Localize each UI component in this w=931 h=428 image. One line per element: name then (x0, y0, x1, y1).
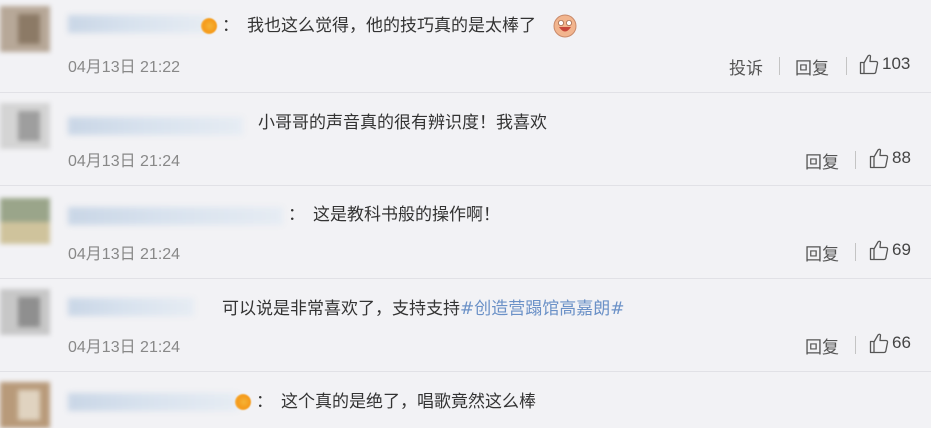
divider (855, 243, 856, 261)
divider (855, 336, 856, 354)
report-button[interactable]: 投诉 (729, 54, 763, 79)
avatar[interactable] (0, 6, 50, 52)
thumbs-up-icon (869, 240, 889, 261)
vip-badge-icon (235, 394, 251, 410)
username[interactable] (68, 393, 238, 411)
username[interactable] (68, 298, 194, 316)
like-button[interactable]: 69 (869, 239, 911, 261)
username[interactable] (68, 207, 283, 225)
reply-button[interactable]: 回复 (805, 333, 839, 358)
divider (855, 151, 856, 169)
comment-item: ：这是教科书般的操作啊！ 04月13日 21:24 回复 69 (0, 186, 931, 278)
avatar[interactable] (0, 198, 50, 244)
username[interactable] (68, 15, 208, 33)
reply-button[interactable]: 回复 (805, 240, 839, 265)
like-button[interactable]: 88 (869, 147, 911, 169)
avatar[interactable] (0, 382, 50, 428)
timestamp: 04月13日 21:24 (68, 246, 181, 263)
topic-link[interactable]: #创造营蹋馆高嘉朗# (460, 299, 625, 319)
like-button[interactable]: 103 (859, 53, 910, 75)
like-count: 88 (892, 148, 911, 167)
comment-text: 可以说是非常喜欢了，支持支持#创造营蹋馆高嘉朗# (222, 299, 625, 319)
reply-button[interactable]: 回复 (795, 54, 829, 79)
comment-text: ：我也这么觉得，他的技巧真的是太棒了 (222, 16, 536, 36)
comment-item: ：这个真的是绝了，唱歌竟然这么棒 (0, 372, 931, 428)
reply-button[interactable]: 回复 (805, 148, 839, 173)
comment-item: ：我也这么觉得，他的技巧真的是太棒了 04月13日 21:22 投诉 回复 10… (0, 0, 931, 92)
thumbs-up-icon (859, 54, 879, 75)
vip-badge-icon (201, 18, 217, 34)
timestamp: 04月13日 21:22 (68, 59, 181, 76)
comment-item: 可以说是非常喜欢了，支持支持#创造营蹋馆高嘉朗# 04月13日 21:24 回复… (0, 279, 931, 371)
thumbs-up-icon (869, 333, 889, 354)
divider (779, 57, 780, 75)
comment-item: 小哥哥的声音真的很有辨识度！我喜欢 04月13日 21:24 回复 88 (0, 93, 931, 185)
like-button[interactable]: 66 (869, 332, 911, 354)
laughing-face-icon (553, 14, 577, 38)
username[interactable] (68, 117, 243, 135)
timestamp: 04月13日 21:24 (68, 339, 181, 356)
avatar[interactable] (0, 289, 50, 335)
timestamp: 04月13日 21:24 (68, 153, 181, 170)
comment-text: ：这是教科书般的操作啊！ (288, 205, 500, 225)
comment-text: 小哥哥的声音真的很有辨识度！我喜欢 (258, 113, 547, 133)
like-count: 66 (892, 333, 911, 352)
like-count: 103 (882, 54, 911, 73)
thumbs-up-icon (869, 148, 889, 169)
like-count: 69 (892, 240, 911, 259)
avatar[interactable] (0, 103, 50, 149)
comment-text: ：这个真的是绝了，唱歌竟然这么棒 (256, 392, 536, 412)
divider (846, 57, 847, 75)
